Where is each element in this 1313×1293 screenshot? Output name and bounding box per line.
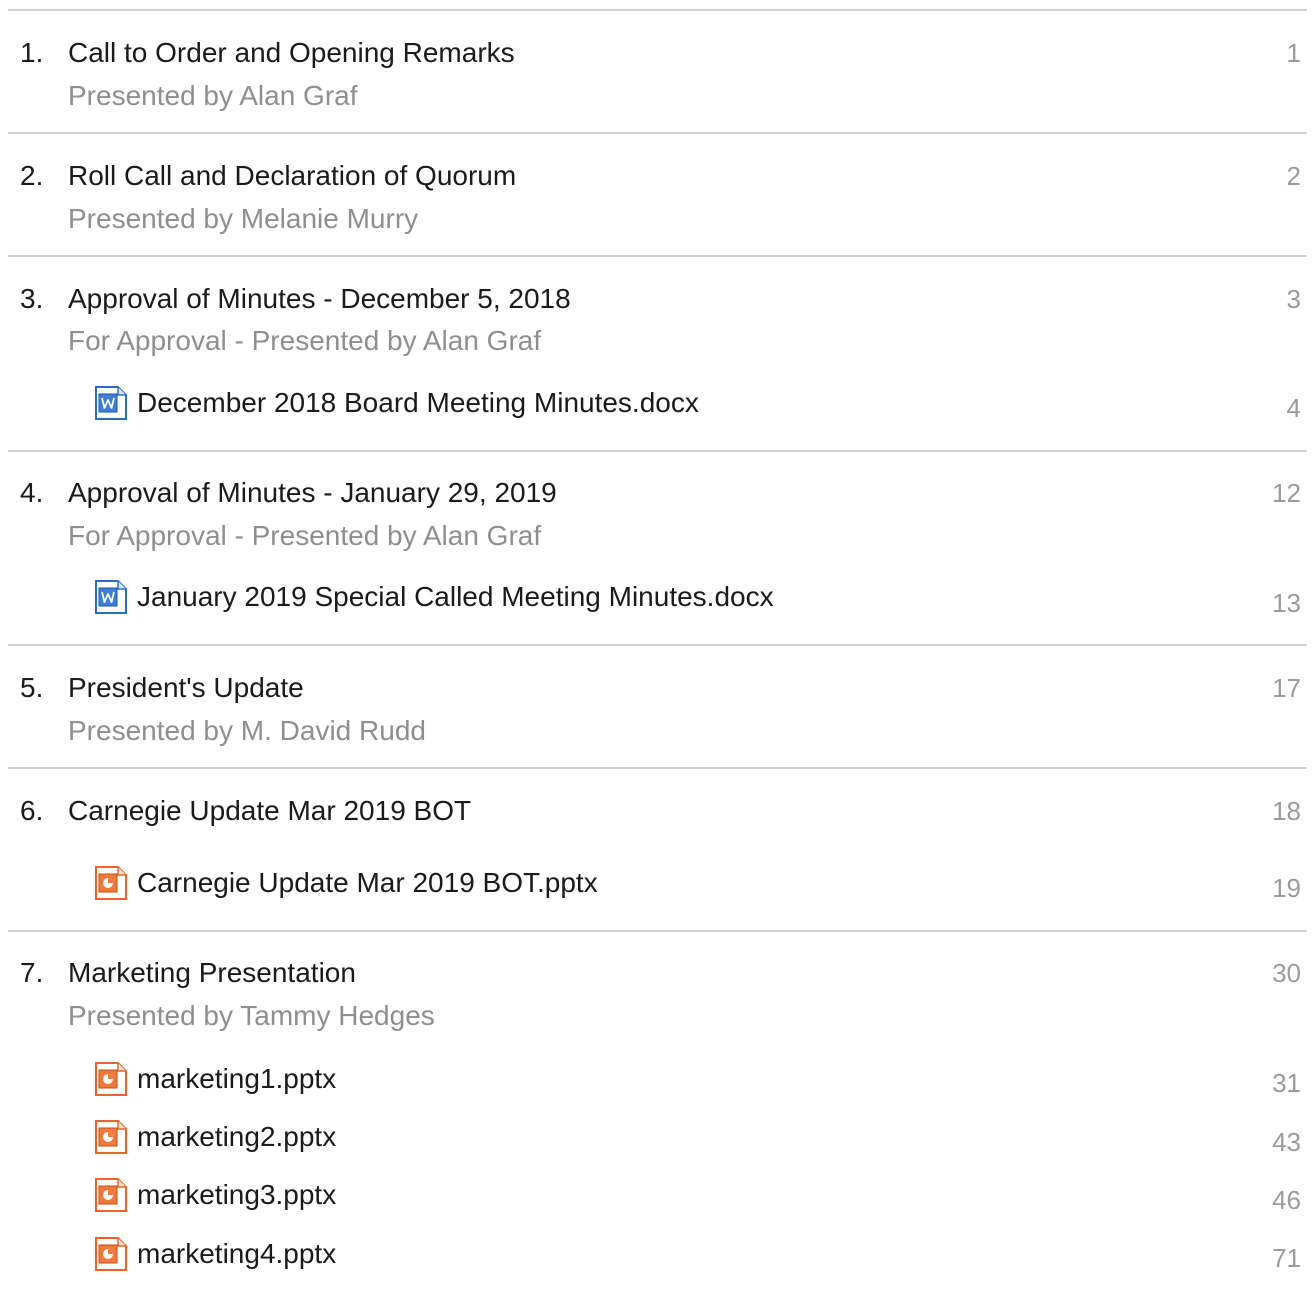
powerpoint-document-icon (95, 1062, 127, 1096)
agenda-item-presenter: Presented by Melanie Murry (68, 203, 419, 234)
attachment-link[interactable]: December 2018 Board Meeting Minutes.docx (94, 386, 699, 420)
attachment-link[interactable]: marketing4.pptx (94, 1237, 336, 1271)
attachment-link[interactable]: marketing3.pptx (94, 1178, 336, 1212)
attachment-page-number[interactable]: 46 (1272, 1184, 1301, 1216)
powerpoint-document-icon (95, 1237, 127, 1271)
agenda-item-presenter: Presented by Tammy Hedges (68, 1000, 435, 1031)
agenda-item-number: 7. (20, 957, 44, 988)
attachment-page-number[interactable]: 71 (1272, 1242, 1301, 1274)
word-document-icon (95, 386, 127, 420)
agenda-item-presenter: For Approval - Presented by Alan Graf (68, 325, 542, 356)
agenda-item-title[interactable]: Carnegie Update Mar 2019 BOT (68, 795, 471, 827)
agenda-item-number: 2. (20, 160, 44, 191)
agenda-item-title[interactable]: President's Update (68, 672, 304, 704)
agenda-item-number: 4. (20, 477, 44, 508)
attachment-page-number[interactable]: 4 (1287, 392, 1301, 424)
agenda-item-page-number[interactable]: 12 (1272, 477, 1301, 509)
agenda-item-presenter: For Approval - Presented by Alan Graf (68, 520, 542, 551)
agenda-item-presenter: Presented by M. David Rudd (68, 715, 426, 746)
divider (8, 450, 1307, 452)
agenda-item-page-number[interactable]: 17 (1272, 672, 1301, 704)
powerpoint-document-icon (95, 1120, 127, 1154)
agenda-item-title[interactable]: Call to Order and Opening Remarks (68, 37, 515, 69)
agenda-item-presenter: Presented by Alan Graf (68, 80, 358, 111)
agenda-item-title[interactable]: Roll Call and Declaration of Quorum (68, 160, 516, 192)
agenda-item-page-number[interactable]: 1 (1287, 37, 1301, 69)
agenda-item-number: 1. (20, 37, 44, 68)
word-document-icon (95, 580, 127, 614)
attachment-page-number[interactable]: 31 (1272, 1067, 1301, 1099)
attachment-link[interactable]: Carnegie Update Mar 2019 BOT.pptx (94, 866, 598, 900)
attachment-filename: marketing1.pptx (137, 1063, 337, 1094)
agenda-item-number: 6. (20, 795, 44, 826)
divider (8, 132, 1307, 134)
attachment-filename: December 2018 Board Meeting Minutes.docx (137, 387, 699, 418)
agenda-item-title[interactable]: Approval of Minutes - December 5, 2018 (68, 283, 571, 315)
powerpoint-document-icon (95, 1178, 127, 1212)
agenda-item-number: 5. (20, 672, 44, 703)
attachment-page-number[interactable]: 43 (1272, 1126, 1301, 1158)
agenda-item-title[interactable]: Approval of Minutes - January 29, 2019 (68, 477, 557, 509)
agenda-item-number: 3. (20, 283, 44, 314)
attachment-page-number[interactable]: 19 (1272, 872, 1301, 904)
attachment-filename: marketing4.pptx (137, 1238, 337, 1269)
attachment-link[interactable]: marketing2.pptx (94, 1120, 336, 1154)
attachment-filename: marketing3.pptx (137, 1179, 337, 1210)
agenda-item-page-number[interactable]: 2 (1287, 160, 1301, 192)
divider (8, 644, 1307, 646)
agenda-item-page-number[interactable]: 18 (1272, 795, 1301, 827)
agenda-item-title[interactable]: Marketing Presentation (68, 957, 356, 989)
agenda-item-page-number[interactable]: 30 (1272, 957, 1301, 989)
attachment-filename: marketing2.pptx (137, 1121, 337, 1152)
attachment-link[interactable]: January 2019 Special Called Meeting Minu… (94, 580, 774, 614)
agenda-item-page-number[interactable]: 3 (1287, 283, 1301, 315)
attachment-filename: January 2019 Special Called Meeting Minu… (137, 581, 774, 612)
attachment-page-number[interactable]: 13 (1272, 587, 1301, 619)
divider (8, 9, 1307, 11)
divider (8, 767, 1307, 769)
attachment-filename: Carnegie Update Mar 2019 BOT.pptx (137, 867, 598, 898)
divider (8, 255, 1307, 257)
powerpoint-document-icon (95, 866, 127, 900)
divider (8, 930, 1307, 932)
attachment-link[interactable]: marketing1.pptx (94, 1062, 336, 1096)
